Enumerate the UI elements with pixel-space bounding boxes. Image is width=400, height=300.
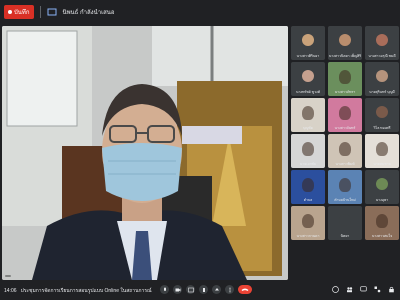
participant-silhouette (339, 178, 351, 192)
avatar (339, 33, 351, 46)
participant-silhouette (376, 214, 388, 228)
participant-tile[interactable]: นิตยา (328, 206, 362, 240)
participant-silhouette (339, 70, 351, 84)
presenter-text: นิพนธ์ กำลังนำเสนอ (62, 10, 115, 16)
participant-tile[interactable]: นายสมชาย (365, 134, 399, 168)
participant-tile[interactable]: ตำบลบ้านใหม่ (328, 170, 362, 204)
activities-button[interactable] (373, 285, 382, 294)
participant-name: นายเอกชัย (299, 162, 317, 166)
present-button[interactable] (212, 285, 221, 294)
participant-name: นางสาวนิตยา เพ็ญศิริ (328, 54, 362, 58)
camera-button[interactable] (173, 285, 182, 294)
participant-silhouette (302, 142, 314, 156)
avatar (302, 33, 314, 46)
participant-name: นายสุรินทร์ บุญมี (369, 90, 395, 94)
participant-tile[interactable]: นางสาวศิรินยา (291, 26, 325, 60)
participant-tile[interactable]: นางสาวจันทร์ (328, 98, 362, 132)
participant-name: ตำบล (303, 198, 313, 202)
participant-name: นางทรัพย์ ชูวงศ์ (296, 90, 320, 94)
participant-tile[interactable]: นายสุรินทร์ บุญมี (365, 62, 399, 96)
avatar (339, 213, 351, 226)
participant-tile[interactable]: นางสาวสมใจ (365, 206, 399, 240)
participant-silhouette (339, 106, 351, 120)
speaker-name-label (5, 275, 11, 277)
participant-name: นางสาวสมใจ (371, 234, 393, 238)
participant-silhouette (302, 106, 314, 120)
participant-silhouette (302, 178, 314, 192)
chat-button[interactable] (359, 285, 368, 294)
participant-name: นิตยา (340, 234, 350, 238)
meeting-time: 14:06 (4, 288, 17, 294)
participant-tile[interactable]: นางสาวภัทรา (328, 62, 362, 96)
leave-call-button[interactable] (238, 285, 252, 294)
info-icon (332, 286, 339, 293)
participant-name: นางสาวภัทรา (334, 90, 356, 94)
recording-dot-icon (8, 10, 12, 14)
avatar (302, 69, 314, 82)
participant-tile[interactable]: นางสาวกานดา (291, 206, 325, 240)
participant-name: นางสาวจันทร์ (334, 126, 356, 130)
people-icon (347, 287, 353, 293)
camera-icon (175, 288, 180, 291)
avatar (376, 177, 388, 190)
participant-grid: นางสาวศิรินยา นางสาวนิตยา เพ็ญศิริ นางสาวอ… (290, 26, 399, 280)
more-vert-icon (228, 287, 231, 292)
people-button[interactable] (345, 285, 354, 294)
lock-button[interactable] (387, 285, 396, 294)
present-icon (214, 287, 219, 290)
info-button[interactable] (331, 285, 340, 294)
participant-name: นางสาวอรุณี ชมดี (368, 54, 396, 58)
participant-silhouette (376, 142, 388, 156)
participant-tile[interactable]: วิไล ทองศรี (365, 98, 399, 132)
top-bar: บันทึก นิพนธ์ กำลังนำเสนอ (0, 0, 400, 24)
participant-tile[interactable]: นางทรัพย์ ชูวงศ์ (291, 62, 325, 96)
participant-name: ตำบลบ้านใหม่ (334, 198, 356, 202)
participant-name: นางสาวพิมพ์ (335, 162, 355, 166)
participant-name: วิไล ทองศรี (373, 126, 391, 130)
lock-icon (389, 286, 394, 293)
avatar (376, 33, 388, 46)
participant-name: นางอุษา (375, 198, 389, 202)
captions-button[interactable] (186, 285, 195, 294)
avatar (376, 69, 388, 82)
more-options-button[interactable] (225, 285, 234, 294)
mic-button[interactable] (160, 285, 169, 294)
participant-name: บุญชัย (303, 126, 313, 130)
captions-icon (187, 287, 194, 292)
hand-icon (202, 287, 205, 292)
phone-hangup-icon (241, 288, 249, 291)
chat-icon (360, 286, 367, 292)
participant-name: นายสมชาย (373, 162, 391, 166)
shapes-icon (374, 286, 381, 293)
participant-tile[interactable]: นายเอกชัย (291, 134, 325, 168)
divider (39, 6, 41, 18)
participant-silhouette (302, 214, 314, 228)
participant-tile[interactable]: นางสาวพิมพ์ (328, 134, 362, 168)
side-controls (331, 285, 396, 294)
participant-tile[interactable]: บุญชัย (291, 98, 325, 132)
main-speaker-video[interactable] (2, 26, 288, 280)
participant-silhouette (339, 142, 351, 156)
mic-icon (163, 287, 166, 291)
call-controls (160, 285, 252, 294)
meeting-title: ประชุมการจัดการเรียนการสอนรูปแบบ Online … (20, 288, 152, 294)
participant-tile[interactable]: นางสาวอรุณี ชมดี (365, 26, 399, 60)
speaker-video-frame (2, 26, 288, 280)
recording-badge[interactable]: บันทึก (4, 5, 34, 19)
participant-name: นางสาวศิรินยา (296, 54, 320, 58)
participant-tile[interactable]: นางสาวนิตยา เพ็ญศิริ (328, 26, 362, 60)
participant-name: นางสาวกานดา (296, 234, 320, 238)
recording-label: บันทึก (14, 10, 30, 16)
present-screen-icon (47, 8, 56, 16)
avatar (376, 105, 388, 118)
participant-tile[interactable]: นางอุษา (365, 170, 399, 204)
participant-tile[interactable]: ตำบล (291, 170, 325, 204)
raise-hand-button[interactable] (199, 285, 208, 294)
